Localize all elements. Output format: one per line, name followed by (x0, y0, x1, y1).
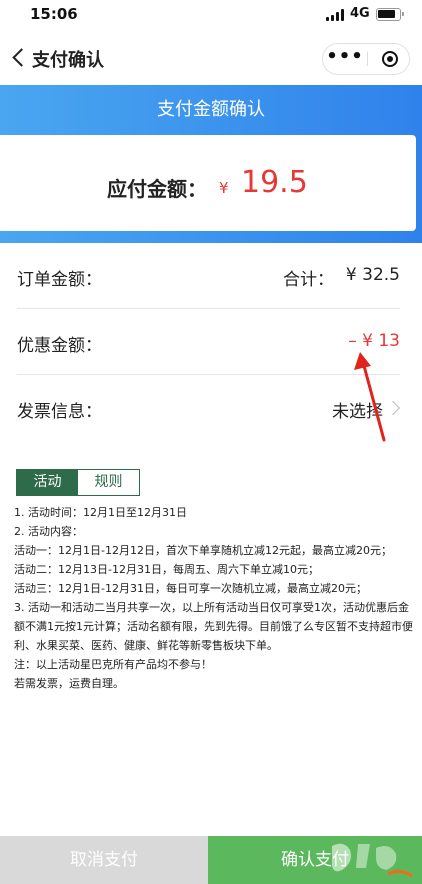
nav-bar: 支付确认 ••• (0, 30, 422, 85)
discount-label: 优惠金额： (17, 336, 102, 356)
status-time: 15:06 (30, 5, 78, 23)
payable-currency: ¥ (219, 179, 229, 197)
payable-value: 19.5 (241, 165, 308, 200)
rules-line: 1. 活动时间：12月1日至12月31日 (14, 506, 187, 519)
activity-rules-tabs: 活动 规则 (16, 469, 140, 496)
signal-icon (326, 9, 344, 21)
rules-line: 2. 活动内容： (14, 525, 83, 538)
network-label: 4G (350, 6, 370, 21)
payment-header-band: 支付金额确认 应付金额： ¥ 19.5 (0, 85, 422, 243)
bottom-action-bar: 取消支付 确认支付 (0, 836, 422, 884)
rules-line: 活动一：12月1日-12月12日，首次下单享随机立减12元起，最高立减20元； (14, 544, 392, 557)
invoice-row[interactable]: 发票信息： 未选择 (17, 375, 401, 441)
order-amount-label: 订单金额： (17, 270, 102, 290)
rules-line: 若需发票，运费自理。 (14, 677, 124, 690)
order-total-value: ¥ 32.5 (345, 265, 400, 285)
rules-line: 活动二：12月13日-12月31日，每周五、周六下单立减10元； (14, 563, 319, 576)
mini-program-capsule: ••• (322, 43, 410, 75)
capsule-divider (367, 52, 368, 66)
close-icon[interactable] (382, 51, 398, 67)
discount-amount-row: 优惠金额： – ¥ 13 (17, 309, 400, 375)
rules-line: 3. 活动一和活动二当月共享一次，以上所有活动当日仅可享受1次，活动优惠后金额不… (14, 601, 413, 652)
status-bar: 15:06 4G (0, 0, 422, 30)
payable-amount-card: 应付金额： ¥ 19.5 (0, 135, 416, 231)
page-title: 支付确认 (32, 50, 104, 71)
payable-label: 应付金额： (107, 177, 207, 201)
tab-rules[interactable]: 规则 (78, 470, 139, 495)
activity-rules-text: 1. 活动时间：12月1日至12月31日 2. 活动内容： 活动一：12月1日-… (14, 503, 414, 693)
rules-line: 活动三：12月1日-12月31日，每日可享一次随机立减，最高立减20元； (14, 582, 367, 595)
header-title: 支付金额确认 (157, 99, 265, 120)
back-icon[interactable] (10, 46, 30, 70)
battery-icon (376, 8, 404, 21)
order-total-label: 合计： (283, 270, 334, 290)
rules-line: 注：以上活动星巴克所有产品均不参与！ (14, 658, 212, 671)
discount-value: – ¥ 13 (348, 331, 400, 351)
order-amount-row: 订单金额： 合计： ¥ 32.5 (17, 243, 400, 309)
watermark-logo-icon (332, 843, 413, 878)
invoice-label: 发票信息： (17, 402, 102, 422)
more-icon[interactable]: ••• (323, 44, 367, 74)
annotation-arrow-icon (354, 352, 386, 442)
cancel-payment-button[interactable]: 取消支付 (0, 836, 208, 884)
tab-activity[interactable]: 活动 (17, 470, 78, 495)
